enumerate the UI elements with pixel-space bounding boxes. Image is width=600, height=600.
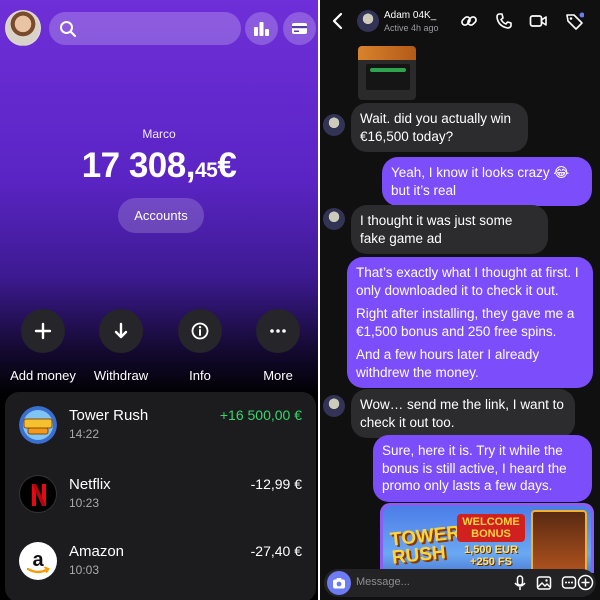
- transaction-name: Netflix: [69, 476, 111, 493]
- arrow-down-icon: [114, 322, 128, 339]
- back-arrow-icon[interactable]: [332, 12, 344, 30]
- message-outgoing: That’s exactly what I thought at first. …: [347, 257, 593, 388]
- transaction-time: 10:23: [69, 496, 100, 510]
- camera-button[interactable]: [327, 571, 351, 595]
- info-button[interactable]: Info: [160, 309, 240, 383]
- tower-rush-logo: [19, 406, 57, 444]
- message-text: That’s exactly what I thought at first. …: [356, 265, 579, 298]
- account-owner-name: Marco: [142, 127, 176, 141]
- contact-avatar[interactable]: [357, 10, 379, 32]
- message-input[interactable]: Message...: [356, 576, 410, 588]
- amazon-logo: a: [19, 542, 57, 580]
- add-money-label: Add money: [10, 368, 76, 383]
- transaction-name: Amazon: [69, 543, 125, 560]
- info-label: Info: [189, 368, 211, 383]
- netflix-logo: [19, 475, 57, 513]
- analytics-button[interactable]: [245, 12, 278, 45]
- profile-avatar[interactable]: [5, 10, 41, 46]
- more-label: More: [263, 368, 293, 383]
- gallery-icon[interactable]: [536, 575, 552, 591]
- messenger-app: Adam 04K_ Active 4h ago Wait. did you ac…: [320, 0, 600, 600]
- transaction-name: Tower Rush: [69, 407, 149, 424]
- balance-amount: 17 308,45€: [0, 146, 318, 186]
- contact-name[interactable]: Adam 04K_: [384, 10, 436, 21]
- promo-image-message[interactable]: TOWER RUSH WELCOME BONUS 1,500 EUR +250 FS: [380, 503, 594, 573]
- microphone-icon[interactable]: [513, 575, 527, 591]
- plus-icon: [34, 322, 52, 340]
- promo-slot-art: [531, 510, 587, 573]
- shared-screenshot-thumbnail[interactable]: [358, 46, 416, 100]
- promo-bonus-text: 1,500 EUR +250 FS: [464, 544, 518, 568]
- withdraw-label: Withdraw: [93, 368, 149, 383]
- balance-currency: €: [217, 146, 237, 185]
- withdraw-button[interactable]: Withdraw: [81, 309, 161, 383]
- info-icon: [191, 322, 209, 340]
- video-icon[interactable]: [529, 12, 547, 30]
- transaction-amount: -27,40 €: [250, 543, 302, 559]
- bar-chart-icon: [254, 22, 269, 36]
- search-icon: [60, 21, 77, 38]
- transaction-row[interactable]: a Amazon 10:03 -27,40 €: [5, 542, 316, 600]
- message-text: Yeah, I know it looks crazy 😂 but it’s r…: [391, 165, 570, 198]
- balance-main: 17 308,: [81, 146, 196, 185]
- more-icon: [270, 329, 286, 333]
- cards-button[interactable]: [283, 12, 316, 45]
- transaction-amount: +16 500,00 €: [219, 407, 302, 423]
- contact-avatar-small: [323, 395, 345, 417]
- message-outgoing: Sure, here it is. Try it while the bonus…: [373, 435, 592, 502]
- promo-logo: TOWER RUSH: [389, 522, 462, 569]
- message-outgoing: Yeah, I know it looks crazy 😂 but it’s r…: [382, 157, 592, 206]
- link-icon[interactable]: [460, 12, 478, 30]
- transaction-time: 14:22: [69, 427, 100, 441]
- add-money-button[interactable]: Add money: [3, 309, 83, 383]
- transaction-row[interactable]: Tower Rush 14:22 +16 500,00 €: [5, 406, 316, 466]
- quick-actions: Add money Withdraw Info More: [0, 309, 318, 383]
- bank-app: Marco 17 308,45€ Accounts Add money With…: [0, 0, 318, 600]
- message-text: Right after installing, they gave me a €…: [356, 306, 575, 339]
- accounts-button[interactable]: Accounts: [118, 198, 204, 233]
- chat-header: Adam 04K_ Active 4h ago: [320, 0, 600, 44]
- balance-cents: 45: [194, 159, 218, 182]
- contact-avatar-small: [323, 208, 345, 230]
- transaction-amount: -12,99 €: [250, 476, 302, 492]
- camera-icon: [333, 578, 345, 589]
- bank-top-bar: [5, 10, 316, 48]
- message-text: And a few hours later I already withdrew…: [356, 347, 540, 380]
- contact-status: Active 4h ago: [384, 23, 439, 33]
- message-text: Sure, here it is. Try it while the bonus…: [382, 443, 567, 493]
- sticker-icon[interactable]: [561, 575, 577, 591]
- message-incoming: Wait. did you actually win €16,500 today…: [351, 103, 528, 152]
- message-text: Wow… send me the link, I want to check i…: [360, 397, 564, 430]
- add-icon[interactable]: [577, 574, 594, 591]
- transactions-list: Tower Rush 14:22 +16 500,00 € Netflix 10…: [5, 392, 316, 600]
- message-incoming: I thought it was just some fake game ad: [351, 205, 548, 254]
- promo-welcome-banner: WELCOME BONUS: [457, 514, 525, 542]
- transaction-time: 10:03: [69, 563, 100, 577]
- message-composer: Message...: [324, 569, 596, 597]
- search-bar[interactable]: [49, 12, 241, 45]
- message-text: Wait. did you actually win €16,500 today…: [360, 111, 512, 144]
- transaction-row[interactable]: Netflix 10:23 -12,99 €: [5, 475, 316, 535]
- svg-text:a: a: [32, 549, 44, 571]
- message-incoming: Wow… send me the link, I want to check i…: [351, 389, 575, 438]
- contact-avatar-small: [323, 114, 345, 136]
- more-button[interactable]: More: [238, 309, 318, 383]
- message-text: I thought it was just some fake game ad: [360, 213, 513, 246]
- tag-icon[interactable]: [565, 12, 584, 31]
- phone-icon[interactable]: [495, 12, 513, 30]
- card-icon: [292, 23, 307, 34]
